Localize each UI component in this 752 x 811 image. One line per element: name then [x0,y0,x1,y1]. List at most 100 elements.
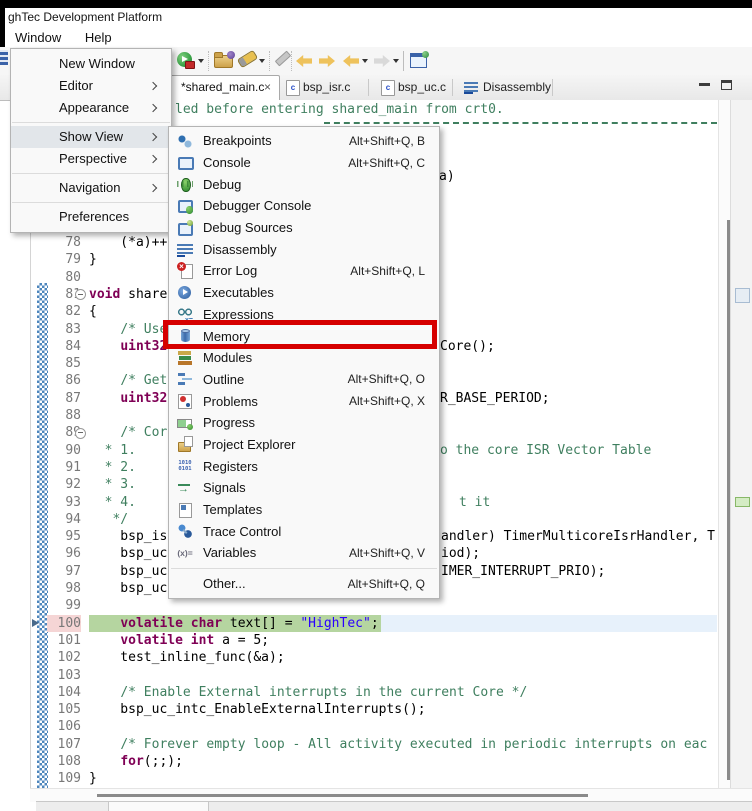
show-view-item-templates[interactable]: Templates [169,499,439,521]
code-token: uint32 [120,390,168,406]
menu-item-new-window[interactable]: New Window [11,53,171,75]
menu-item-perspective[interactable]: Perspective [11,148,171,170]
previous-edit-icon[interactable]: * [296,55,312,67]
show-view-menu: Breakpoints Alt+Shift+Q, B Console Alt+Shif… [168,126,440,600]
menu-item-appearance[interactable]: Appearance [11,97,171,119]
forward-icon[interactable] [374,55,390,67]
edit-star-icon: * [312,49,316,60]
show-view-item-trace-control[interactable]: Trace Control [169,520,439,542]
search-highlight-icon[interactable] [236,49,259,69]
bottom-view-tab[interactable] [108,802,209,811]
menu-item-shortcut: Alt+Shift+Q, Q [347,576,425,591]
open-folder-icon[interactable] [214,51,235,68]
show-view-item-console[interactable]: Console Alt+Shift+Q, C [169,152,439,174]
menu-item-label: Problems [203,393,258,409]
menu-bar: Window Help [5,27,752,47]
menu-item-label: Error Log [203,263,258,279]
code-token: bsp_uc_intc_EnableExternalInterrupts(); [89,702,426,718]
back-icon[interactable] [343,55,359,67]
format-pen-icon[interactable] [274,50,292,67]
overview-diff-marker[interactable] [735,288,750,303]
minimize-view-icon[interactable] [699,83,710,86]
code-fragment: t it [459,494,491,510]
menu-item-label: Modules [203,350,253,366]
breakpoints-icon [177,132,193,149]
show-view-item-problems[interactable]: Problems Alt+Shift+Q, X [169,390,439,412]
outline-icon [177,371,193,388]
next-edit-icon[interactable]: * [319,55,335,67]
line-number: 83 [65,321,81,337]
line-number: 97 [65,563,81,579]
menu-item-editor[interactable]: Editor [11,75,171,97]
signals-icon [177,480,193,496]
forward-dropdown-caret-icon[interactable] [393,59,399,63]
line-number: 101 [57,632,81,648]
show-view-item-debug[interactable]: Debug [169,173,439,195]
show-view-item-debugger-console[interactable]: Debugger Console [169,195,439,217]
menu-item-label: Breakpoints [203,133,272,149]
overview-ruler[interactable] [730,100,752,788]
tab-shared-main-c[interactable]: *shared_main.c × [170,75,280,100]
disassembly-icon [177,244,193,258]
debug-dropdown-caret-icon[interactable] [198,59,204,63]
show-view-item-modules[interactable]: Modules [169,347,439,369]
horizontal-scrollbar-thumb[interactable] [97,794,588,797]
code-token: share [120,286,168,302]
menu-item-label: Variables [203,545,257,561]
maximize-view-icon[interactable] [721,80,732,90]
menu-item-show-view[interactable]: Show View [11,126,171,148]
fold-collapse-icon[interactable] [75,427,86,439]
menubar-item-window[interactable]: Window [5,27,71,47]
menu-item-navigation[interactable]: Navigation [11,177,171,199]
debugger-console-icon [177,198,193,214]
menu-item-preferences[interactable]: Preferences [11,206,171,228]
line-number: 99 [65,598,81,614]
menu-item-label: Registers [203,458,258,474]
line-number: 107 [57,736,81,752]
show-view-item-other[interactable]: Other... Alt+Shift+Q, Q [169,573,439,595]
line-number: 80 [65,269,81,285]
menubar-item-help[interactable]: Help [75,27,122,47]
toolbar-separator [403,51,404,71]
show-view-item-project-explorer[interactable]: Project Explorer [169,434,439,456]
code-line: bsp_uc_intc_EnableExternalInterrupts(); [89,701,717,718]
horizontal-scrollbar[interactable] [30,788,752,802]
code-token: /* Forever empty loop - All activity exe… [120,736,708,752]
menu-item-label: Show View [59,129,124,144]
tab-divider [368,79,369,96]
show-view-item-executables[interactable]: Executables [169,282,439,304]
show-view-item-outline[interactable]: Outline Alt+Shift+Q, O [169,369,439,391]
menu-item-shortcut: Alt+Shift+Q, C [348,155,425,170]
chevron-right-icon [148,154,158,164]
search-dropdown-caret-icon[interactable] [259,59,265,63]
show-view-item-breakpoints[interactable]: Breakpoints Alt+Shift+Q, B [169,130,439,152]
back-dropdown-caret-icon[interactable] [362,59,368,63]
show-view-item-progress[interactable]: Progress [169,412,439,434]
error-log-icon [177,261,193,279]
menu-item-label: Other... [203,576,246,592]
close-icon[interactable]: × [264,76,271,99]
toolbar-separator [291,51,292,71]
show-view-item-variables[interactable]: Variables Alt+Shift+Q, V [169,542,439,564]
pin-editor-icon[interactable] [410,51,429,68]
show-view-item-signals[interactable]: Signals [169,477,439,499]
code-token: /* Cor [120,425,168,441]
show-view-item-debug-sources[interactable]: Debug Sources [169,217,439,239]
menu-separator [12,173,170,174]
tab-label: *shared_main.c [181,80,265,94]
code-token: bsp_is [89,529,168,545]
code-token: * 3. [104,477,136,493]
overview-occurrence-marker[interactable] [735,497,750,507]
show-view-item-disassembly[interactable]: Disassembly [169,238,439,260]
window-title: ghTec Development Platform [5,8,752,27]
show-view-item-error-log[interactable]: Error Log Alt+Shift+Q, L [169,260,439,282]
debug-run-icon[interactable] [177,52,195,69]
code-token: volatile [120,632,183,648]
show-view-item-registers[interactable]: Registers [169,455,439,477]
fold-collapse-icon[interactable] [75,289,86,301]
bottom-view-tabs [36,801,752,811]
